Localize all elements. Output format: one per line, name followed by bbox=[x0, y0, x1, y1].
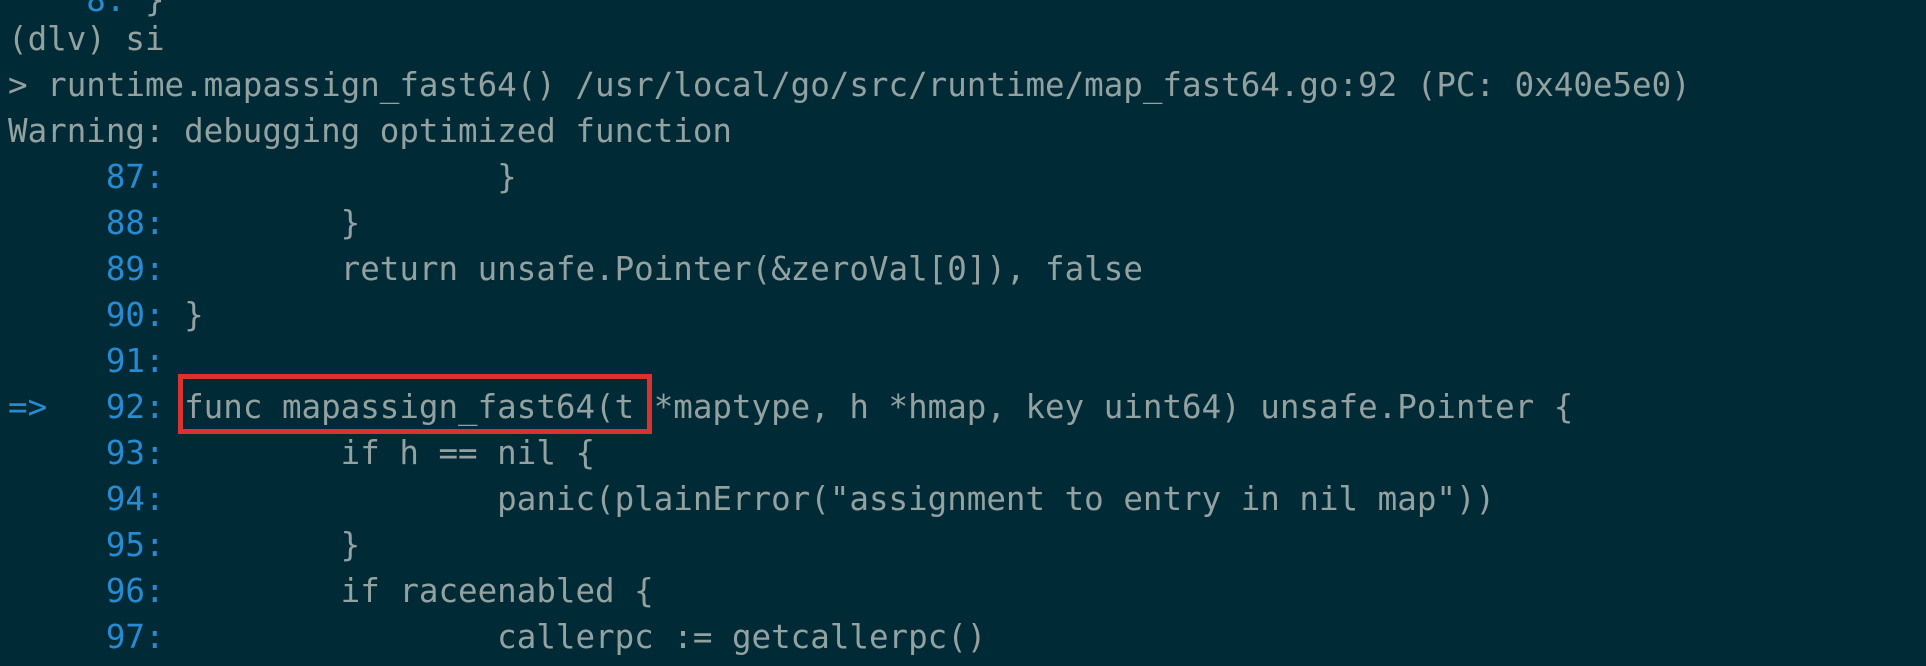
function-name-highlight-box bbox=[178, 374, 652, 434]
line-number: 90: bbox=[66, 296, 165, 334]
line-number: 92: bbox=[66, 388, 165, 426]
source-line: 95: } bbox=[8, 522, 360, 568]
location-text: > runtime.mapassign_fast64() /usr/local/… bbox=[8, 66, 1691, 104]
source-line: 91: bbox=[8, 338, 165, 384]
line-number: 88: bbox=[66, 204, 165, 242]
location-line: > runtime.mapassign_fast64() /usr/local/… bbox=[8, 62, 1691, 108]
source-line: 88: } bbox=[8, 200, 360, 246]
line-number: 93: bbox=[66, 434, 165, 472]
source-line: 89: return unsafe.Pointer(&zeroVal[0]), … bbox=[8, 246, 1143, 292]
dlv-prompt-line: (dlv) si bbox=[8, 16, 165, 62]
source-code: panic(plainError("assignment to entry in… bbox=[164, 480, 1496, 518]
source-line: 97: callerpc := getcallerpc() bbox=[8, 614, 987, 660]
source-line: 87: } bbox=[8, 154, 517, 200]
current-line-arrow bbox=[8, 204, 67, 242]
current-line-arrow bbox=[8, 572, 67, 610]
current-line-arrow bbox=[8, 434, 67, 472]
source-line: 93: if h == nil { bbox=[8, 430, 595, 476]
line-number: 97: bbox=[66, 618, 165, 656]
current-line-arrow bbox=[8, 296, 67, 334]
line-number: 89: bbox=[66, 250, 165, 288]
current-line-arrow bbox=[8, 158, 67, 196]
source-code: return unsafe.Pointer(&zeroVal[0]), fals… bbox=[164, 250, 1143, 288]
line-number: 94: bbox=[66, 480, 165, 518]
source-code: callerpc := getcallerpc() bbox=[164, 618, 987, 656]
current-line-arrow bbox=[8, 618, 67, 656]
current-line-arrow bbox=[8, 526, 67, 564]
source-line: 90: } bbox=[8, 292, 204, 338]
source-code: if raceenabled { bbox=[164, 572, 654, 610]
line-number: 91: bbox=[66, 342, 165, 380]
current-line-arrow: => bbox=[8, 388, 67, 426]
source-line: 94: panic(plainError("assignment to entr… bbox=[8, 476, 1495, 522]
source-code: } bbox=[164, 526, 361, 564]
source-code: } bbox=[164, 204, 361, 242]
source-code: } bbox=[164, 158, 517, 196]
source-line: 96: if raceenabled { bbox=[8, 568, 654, 614]
warning-line: Warning: debugging optimized function bbox=[8, 108, 732, 154]
line-number: 95: bbox=[66, 526, 165, 564]
current-line-arrow bbox=[8, 342, 67, 380]
source-code: if h == nil { bbox=[164, 434, 596, 472]
current-line-arrow bbox=[8, 480, 67, 518]
line-number: 96: bbox=[66, 572, 165, 610]
dlv-command: (dlv) si bbox=[8, 20, 165, 58]
terminal-window[interactable]: 8: } (dlv) si > runtime.mapassign_fast64… bbox=[0, 0, 1926, 666]
line-number: 87: bbox=[66, 158, 165, 196]
current-line-arrow bbox=[8, 250, 67, 288]
source-code: } bbox=[164, 296, 204, 334]
warning-text: Warning: debugging optimized function bbox=[8, 112, 732, 150]
